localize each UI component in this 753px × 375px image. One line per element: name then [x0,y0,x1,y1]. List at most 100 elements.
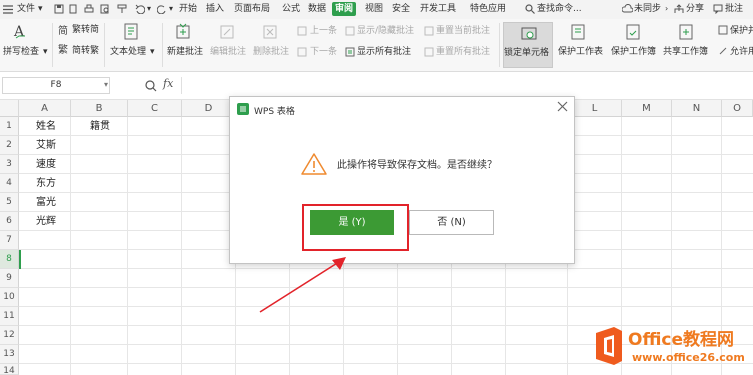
column-header[interactable]: L [568,100,622,117]
name-box[interactable]: F8 [2,77,110,94]
simp-trad-icon[interactable]: 繁 [58,43,70,58]
row-header[interactable]: 4 [0,174,19,193]
redo-icon[interactable] [156,4,167,15]
new-comment-icon[interactable] [175,23,191,43]
tab-view[interactable]: 视图 [365,3,383,15]
tab-page-layout[interactable]: 页面布局 [234,3,270,15]
zoom-icon[interactable] [145,80,157,95]
share-workbook-button[interactable]: 共享工作簿 [663,47,708,58]
cell-a4[interactable]: 东方 [36,174,56,193]
annotation-arrow-icon [259,257,346,313]
export-pdf-icon[interactable] [68,4,78,14]
cell-b1[interactable]: 籍贯 [90,117,110,136]
spell-check-icon[interactable]: A [13,23,29,42]
row-header[interactable]: 1 [0,117,19,136]
trad-to-simp-button[interactable]: 繁转简 [72,25,99,36]
spell-check-button[interactable]: 拼写检查 [3,47,39,58]
show-all-comments-icon[interactable] [345,47,355,60]
formula-input[interactable] [181,77,753,94]
lock-cell-button[interactable]: 锁定单元格 [503,22,553,68]
save-icon[interactable] [54,4,64,14]
fx-icon[interactable]: fx [163,77,173,90]
chevron-down-icon[interactable]: ▾ [104,80,108,89]
chevron-down-icon[interactable]: ▾ [38,3,43,15]
row-header[interactable]: 2 [0,136,19,155]
row-header[interactable]: 14 [0,364,19,375]
cell-a5[interactable]: 富光 [36,193,56,212]
hamburger-icon[interactable] [3,5,13,15]
close-icon[interactable] [557,101,568,115]
reset-all-comments-icon [424,47,434,60]
format-painter-icon[interactable] [117,4,127,14]
no-button[interactable]: 否 (N) [409,210,494,235]
tab-review[interactable]: 审阅 [332,2,357,16]
print-preview-icon[interactable] [100,4,110,14]
tab-insert[interactable]: 插入 [206,3,224,15]
column-header[interactable]: M [622,100,672,117]
search-command[interactable]: 查找命令... [537,3,582,15]
svg-text:繁: 繁 [58,43,68,55]
reset-current-comment-icon [424,26,434,39]
cell-a3[interactable]: 速度 [36,155,56,174]
comment-icon[interactable] [713,4,723,15]
text-processing-button[interactable]: 文本处理 [110,47,146,58]
delete-comment-icon [262,24,278,43]
column-header[interactable]: D [182,100,236,117]
row-header[interactable]: 6 [0,212,19,231]
search-icon[interactable] [525,4,535,14]
print-icon[interactable] [84,4,94,14]
tab-data[interactable]: 数据 [308,3,326,15]
column-header[interactable]: N [672,100,722,117]
cell-a2[interactable]: 艾斯 [36,136,56,155]
cell-a1[interactable]: 姓名 [36,117,56,136]
allow-edit-icon[interactable] [718,46,728,59]
row-header[interactable]: 5 [0,193,19,212]
row-header-selected[interactable]: 8 [0,250,19,269]
trad-simp-icon[interactable]: 简 [58,24,70,39]
show-all-comments-button[interactable]: 显示所有批注 [357,47,411,58]
tab-security[interactable]: 安全 [392,3,410,15]
show-hide-comment-icon [345,26,355,39]
simp-to-trad-button[interactable]: 简转繁 [72,46,99,57]
row-header[interactable]: 10 [0,288,19,307]
protect-workbook-button[interactable]: 保护工作簿 [611,47,656,58]
row-header[interactable]: 13 [0,345,19,364]
cell-a6[interactable]: 光辉 [36,212,56,231]
chevron-down-icon[interactable]: ▾ [150,47,155,58]
tab-formulas[interactable]: 公式 [282,3,300,15]
sync-status[interactable]: 未同步 [634,3,661,15]
row-header[interactable]: 7 [0,231,19,250]
menu-file[interactable]: 文件 [17,3,35,15]
column-header[interactable]: C [128,100,182,117]
row-header[interactable]: 12 [0,326,19,345]
tab-developer[interactable]: 开发工具 [420,3,456,15]
protect-sheet-button[interactable]: 保护工作表 [558,47,603,58]
row-header[interactable]: 3 [0,155,19,174]
allow-edit-button[interactable]: 允许用 [730,47,753,58]
new-comment-button[interactable]: 新建批注 [167,47,203,58]
protect-share-button[interactable]: 保护并 [730,26,753,37]
row-header[interactable]: 11 [0,307,19,326]
tab-home[interactable]: 开始 [179,3,197,15]
column-header[interactable]: O [722,100,753,117]
comment-button[interactable]: 批注 [725,3,743,15]
chevron-down-icon[interactable]: ▾ [169,3,173,15]
column-header[interactable]: B [71,100,128,117]
undo-icon[interactable] [135,4,146,15]
cloud-sync-icon[interactable] [621,3,634,14]
dialog-title: WPS 表格 [254,107,295,117]
share-workbook-icon[interactable] [678,23,694,43]
protect-workbook-icon[interactable] [625,23,641,43]
tab-special[interactable]: 特色应用 [470,3,506,15]
chevron-down-icon[interactable]: ▾ [147,3,151,15]
share-icon[interactable] [674,4,684,14]
select-all-corner[interactable] [0,100,19,117]
chevron-down-icon[interactable]: ▾ [43,47,48,58]
text-processing-icon[interactable] [123,23,139,43]
protect-sheet-icon[interactable] [570,23,586,43]
column-header[interactable]: A [19,100,71,117]
row-header[interactable]: 9 [0,269,19,288]
protect-share-icon[interactable] [718,25,728,38]
lock-cell-label: 锁定单元格 [504,48,550,58]
share-button[interactable]: 分享 [686,3,704,15]
